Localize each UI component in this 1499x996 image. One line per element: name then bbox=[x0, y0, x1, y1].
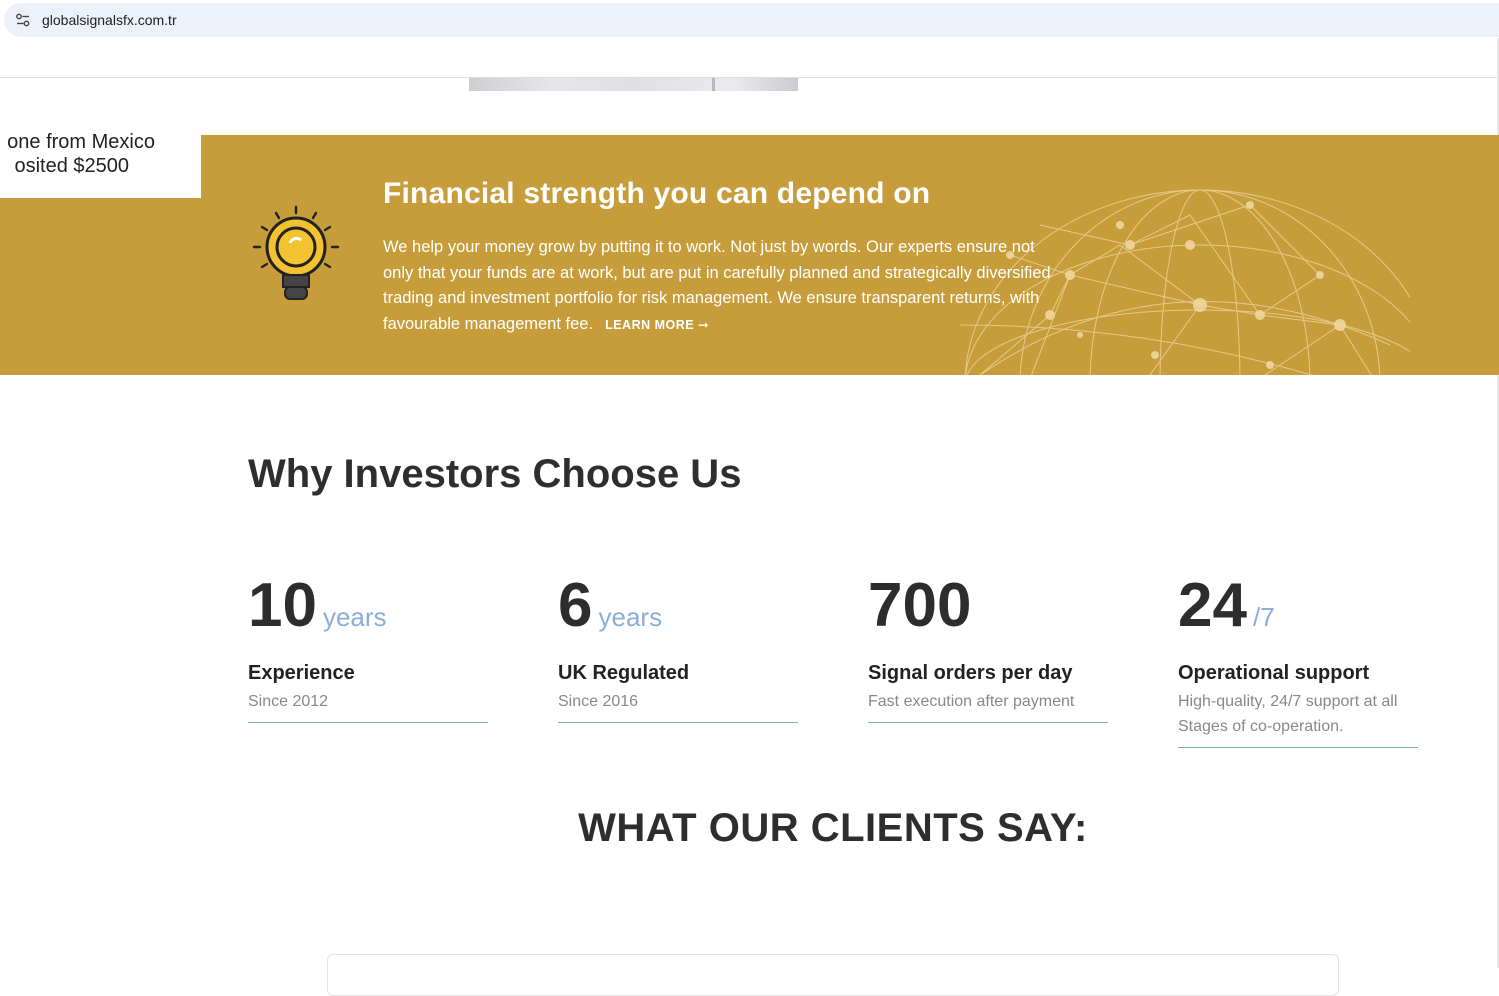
stat-unit: years bbox=[598, 602, 663, 632]
stat-subtext: Since 2012 bbox=[248, 693, 329, 710]
stat-unit: /7 bbox=[1252, 602, 1275, 632]
stat-subtext: High-quality, 24/7 support at all Stages… bbox=[1178, 693, 1398, 735]
stat-number: 24 bbox=[1178, 571, 1247, 640]
stat-label: Signal orders per day bbox=[868, 662, 1073, 684]
stat-divider bbox=[558, 722, 798, 723]
hero-image bbox=[469, 78, 798, 91]
financial-strength-band: Financial strength you can depend on We … bbox=[0, 135, 1499, 375]
stat-divider bbox=[868, 722, 1108, 723]
notification-line-1: one from Mexico bbox=[7, 131, 155, 153]
url-text[interactable]: globalsignalsfx.com.tr bbox=[42, 12, 177, 28]
band-description: We help your money grow by putting it to… bbox=[383, 235, 1063, 338]
arrow-right-icon: ➞ bbox=[698, 317, 710, 332]
section-title: Why Investors Choose Us bbox=[248, 452, 742, 496]
band-text: We help your money grow by putting it to… bbox=[383, 238, 1051, 333]
stat-label: UK Regulated bbox=[558, 662, 690, 684]
stat-subtext: Since 2016 bbox=[558, 693, 639, 710]
site-settings-icon[interactable] bbox=[14, 11, 32, 29]
clients-section-title: WHAT OUR CLIENTS SAY: bbox=[578, 806, 1088, 850]
stat-label: Operational support bbox=[1178, 662, 1370, 684]
stat-uk-regulated: 6 years UK Regulated Since 2016 bbox=[558, 570, 798, 723]
learn-more-link[interactable]: LEARN MORE ➞ bbox=[605, 318, 709, 332]
stat-unit: years bbox=[322, 602, 387, 632]
stat-operational-support: 24/7 Operational support High-quality, 2… bbox=[1178, 570, 1418, 748]
band-title: Financial strength you can depend on bbox=[383, 177, 931, 210]
stat-number: 10 bbox=[248, 571, 317, 640]
stat-signal-orders: 700 Signal orders per day Fast execution… bbox=[868, 570, 1108, 723]
testimonial-card bbox=[327, 954, 1339, 996]
address-bar[interactable]: globalsignalsfx.com.tr bbox=[4, 3, 1499, 37]
stat-number: 700 bbox=[868, 571, 972, 640]
stat-number: 6 bbox=[558, 571, 593, 640]
notification-line-2: osited $2500 bbox=[14, 155, 129, 177]
stat-experience: 10 years Experience Since 2012 bbox=[248, 570, 488, 723]
stat-divider bbox=[1178, 747, 1418, 748]
stat-divider bbox=[248, 722, 488, 723]
learn-more-label: LEARN MORE bbox=[605, 317, 695, 332]
lightbulb-icon bbox=[252, 205, 340, 300]
stat-subtext: Fast execution after payment bbox=[868, 693, 1075, 710]
stat-label: Experience bbox=[248, 662, 355, 684]
deposit-notification: one from Mexico osited $2500 bbox=[0, 128, 201, 198]
